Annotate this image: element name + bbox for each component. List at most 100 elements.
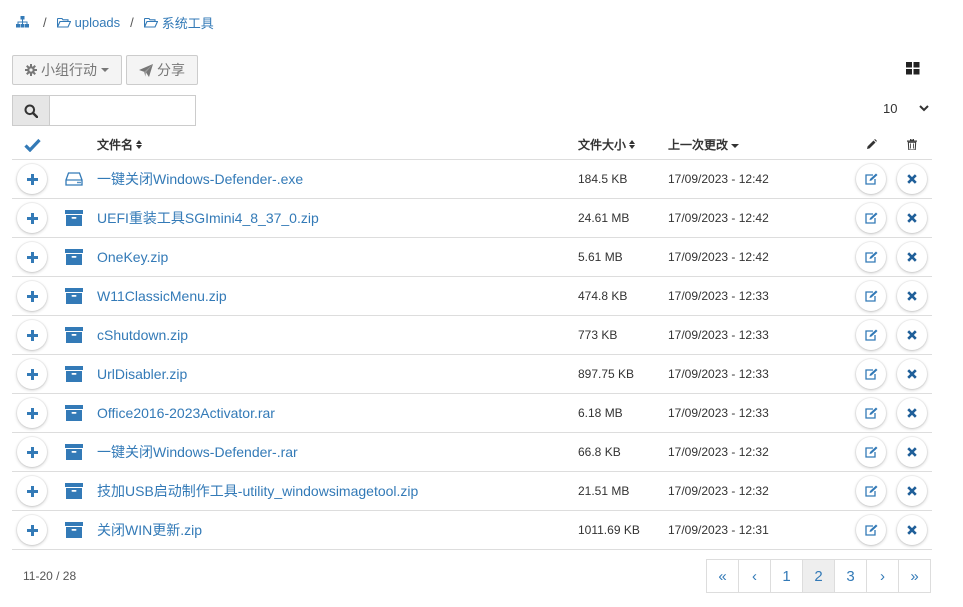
archive-icon (65, 483, 83, 499)
table-row: cShutdown.zip 773 KB 17/09/2023 - 12:33 (12, 316, 932, 355)
expand-row-button[interactable] (17, 437, 47, 467)
header-modified: 上一次更改 (668, 138, 729, 152)
expand-row-button[interactable] (17, 515, 47, 545)
expand-row-button[interactable] (17, 320, 47, 350)
file-type (62, 238, 86, 276)
expand-row-button[interactable] (17, 398, 47, 428)
page-1-button[interactable]: 1 (770, 559, 803, 593)
table-row: OneKey.zip 5.61 MB 17/09/2023 - 12:42 (12, 238, 932, 277)
plus-icon (26, 329, 38, 341)
group-action-label: 小组行动 (41, 62, 97, 78)
close-icon (907, 330, 917, 340)
rename-button[interactable] (856, 515, 886, 545)
expand-row-button[interactable] (17, 203, 47, 233)
edit-icon (864, 212, 877, 224)
rename-button[interactable] (856, 476, 886, 506)
file-type (62, 355, 86, 393)
expand-row-button[interactable] (17, 281, 47, 311)
close-icon (907, 525, 917, 535)
table-row: 一键关闭Windows-Defender-.rar 66.8 KB 17/09/20… (12, 433, 932, 472)
file-name-link[interactable]: 关闭WIN更新.zip (97, 520, 202, 540)
select-all-checkbox[interactable] (12, 130, 52, 159)
edit-icon (864, 407, 877, 419)
file-name-link[interactable]: UrlDisabler.zip (97, 366, 187, 382)
rename-button[interactable] (856, 242, 886, 272)
file-name-link[interactable]: 技加USB启动制作工具-utility_windowsimagetool.zip (97, 481, 418, 501)
expand-row-button[interactable] (17, 476, 47, 506)
per-page-select[interactable]: 10 (883, 101, 930, 116)
sort-icon (136, 140, 143, 149)
breadcrumb-home[interactable] (16, 16, 33, 28)
delete-button[interactable] (897, 320, 927, 350)
page-prev-button[interactable]: ‹ (738, 559, 771, 593)
edit-icon (864, 485, 877, 497)
header-delete (896, 130, 928, 159)
file-size: 6.18 MB (578, 406, 623, 420)
breadcrumb-current-folder[interactable]: 系统工具 (143, 13, 214, 32)
header-edit (855, 130, 887, 159)
file-type (62, 511, 86, 549)
file-name-link[interactable]: W11ClassicMenu.zip (97, 288, 227, 304)
table-row: UEFI重装工具SGImini4_8_37_0.zip 24.61 MB 17/09… (12, 199, 932, 238)
breadcrumb-uploads[interactable]: uploads (56, 15, 120, 30)
close-icon (907, 447, 917, 457)
table-row: 一键关闭Windows-Defender-.exe 184.5 KB 17/09/2… (12, 160, 932, 199)
delete-button[interactable] (897, 164, 927, 194)
close-icon (907, 252, 917, 262)
breadcrumb-separator: / (43, 14, 47, 30)
file-modified-date: 17/09/2023 - 12:42 (668, 211, 769, 225)
rename-button[interactable] (856, 437, 886, 467)
file-modified-date: 17/09/2023 - 12:33 (668, 328, 769, 342)
page-next-button[interactable]: › (866, 559, 899, 593)
page-3-button[interactable]: 3 (834, 559, 867, 593)
delete-button[interactable] (897, 437, 927, 467)
search-input[interactable] (50, 95, 196, 126)
edit-icon (864, 329, 877, 341)
item-count: 11-20 / 28 (23, 569, 77, 583)
delete-button[interactable] (897, 359, 927, 389)
rename-button[interactable] (856, 203, 886, 233)
sort-by-name[interactable]: 文件名 (97, 130, 143, 159)
rename-button[interactable] (856, 398, 886, 428)
search-button[interactable] (12, 95, 50, 126)
sort-desc-icon (731, 144, 740, 148)
sort-by-modified[interactable]: 上一次更改 (668, 130, 740, 159)
table-body: 一键关闭Windows-Defender-.exe 184.5 KB 17/09/2… (12, 160, 932, 550)
file-type (62, 433, 86, 471)
rename-button[interactable] (856, 359, 886, 389)
share-button[interactable]: 分享 (126, 55, 198, 85)
rename-button[interactable] (856, 281, 886, 311)
file-name-link[interactable]: cShutdown.zip (97, 327, 188, 343)
delete-button[interactable] (897, 203, 927, 233)
sort-by-size[interactable]: 文件大小 (578, 130, 636, 159)
plus-icon (26, 173, 38, 185)
file-name-link[interactable]: OneKey.zip (97, 249, 168, 265)
delete-button[interactable] (897, 515, 927, 545)
rename-button[interactable] (856, 320, 886, 350)
delete-button[interactable] (897, 281, 927, 311)
check-icon (23, 138, 41, 152)
grid-view-toggle[interactable] (906, 62, 920, 78)
plus-icon (26, 368, 38, 380)
file-name-link[interactable]: 一键关闭Windows-Defender-.rar (97, 442, 298, 462)
edit-icon (864, 290, 877, 302)
file-modified-date: 17/09/2023 - 12:42 (668, 250, 769, 264)
rename-button[interactable] (856, 164, 886, 194)
file-size: 184.5 KB (578, 172, 628, 186)
file-name-link[interactable]: 一键关闭Windows-Defender-.exe (97, 169, 303, 189)
close-icon (907, 408, 917, 418)
file-name-link[interactable]: UEFI重装工具SGImini4_8_37_0.zip (97, 208, 319, 228)
delete-button[interactable] (897, 242, 927, 272)
file-name-link[interactable]: Office2016-2023Activator.rar (97, 405, 275, 421)
expand-row-button[interactable] (17, 359, 47, 389)
expand-row-button[interactable] (17, 242, 47, 272)
group-action-button[interactable]: 小组行动 (12, 55, 122, 85)
expand-row-button[interactable] (17, 164, 47, 194)
breadcrumb-separator: / (130, 14, 134, 30)
page-2-button[interactable]: 2 (802, 559, 835, 593)
chevron-down-icon (919, 105, 930, 112)
delete-button[interactable] (897, 398, 927, 428)
page-first-button[interactable]: « (706, 559, 739, 593)
page-last-button[interactable]: » (898, 559, 931, 593)
delete-button[interactable] (897, 476, 927, 506)
